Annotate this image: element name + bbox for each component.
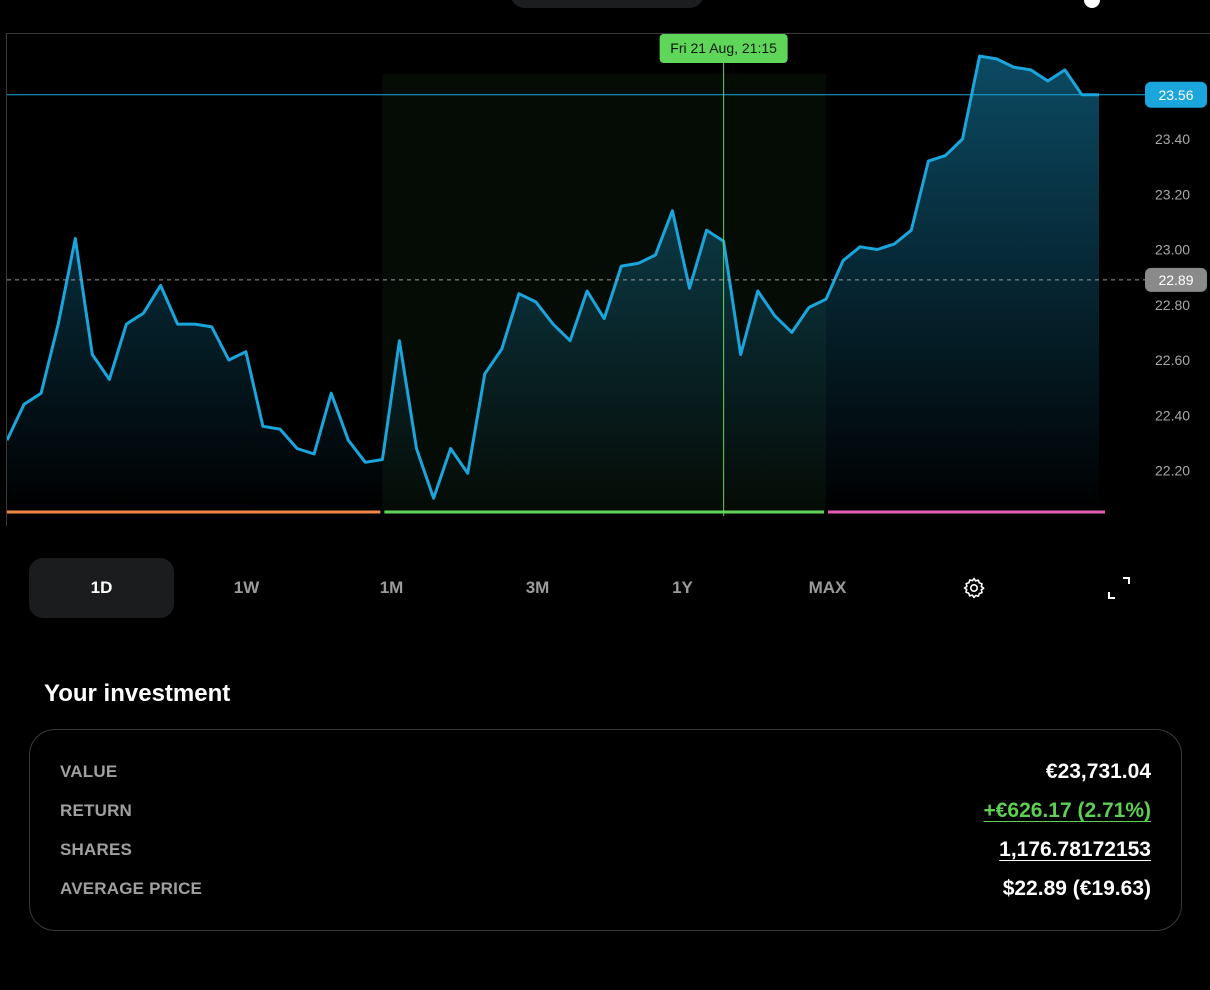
settings-button[interactable] xyxy=(959,573,989,603)
average-price-label: AVERAGE PRICE xyxy=(60,879,203,898)
info-icon[interactable] xyxy=(1084,0,1100,8)
shares-row[interactable]: SHARES 1,176.78172153 xyxy=(60,835,1151,865)
value-row: VALUE €23,731.04 xyxy=(60,757,1151,787)
value-label: VALUE xyxy=(60,762,118,781)
average-price-amount: $22.89 (€19.63) xyxy=(1002,877,1151,900)
y-tick-label: 22.20 xyxy=(1155,463,1190,479)
y-tick-label: 22.60 xyxy=(1155,352,1190,368)
range-tabs: 1D 1W 1M 3M 1Y MAX xyxy=(29,558,1179,618)
price-chart[interactable]: 22.20 22.40 22.60 22.80 23.00 23.20 23.40 22.89… xyxy=(6,33,1210,526)
tab-3m[interactable]: 3M xyxy=(465,558,610,618)
average-price-row: AVERAGE PRICE $22.89 (€19.63) xyxy=(60,874,1151,904)
chart-svg[interactable]: 22.20 22.40 22.60 22.80 23.00 23.20 23.40 22.89… xyxy=(7,34,1210,526)
y-tick-label: 23.20 xyxy=(1155,186,1190,202)
shares-label: SHARES xyxy=(60,840,133,859)
y-tick-label: 22.80 xyxy=(1155,297,1190,313)
tab-1w[interactable]: 1W xyxy=(174,558,319,618)
return-amount[interactable]: +€626.17 (2.71%) xyxy=(983,799,1151,823)
crosshair-tooltip-label: Fri 21 Aug, 21:15 xyxy=(670,40,777,56)
y-tick-label: 23.40 xyxy=(1155,131,1190,147)
fullscreen-button[interactable] xyxy=(1104,573,1134,603)
value-amount: €23,731.04 xyxy=(1045,760,1151,783)
tab-max[interactable]: MAX xyxy=(755,558,900,618)
tab-1m[interactable]: 1M xyxy=(319,558,464,618)
y-tick-label: 23.00 xyxy=(1155,242,1190,258)
gear-icon xyxy=(963,577,985,599)
top-pill[interactable] xyxy=(510,0,704,8)
return-label: RETURN xyxy=(60,801,133,820)
shares-amount[interactable]: 1,176.78172153 xyxy=(999,838,1151,862)
y-tick-label: 22.40 xyxy=(1155,407,1190,423)
investment-title: Your investment xyxy=(44,680,231,707)
tab-1y[interactable]: 1Y xyxy=(610,558,755,618)
investment-card: VALUE €23,731.04 RETURN +€626.17 (2.71%)… xyxy=(29,729,1182,931)
reference-price-label: 22.89 xyxy=(1158,272,1193,288)
tab-1d[interactable]: 1D xyxy=(29,558,174,618)
expand-icon xyxy=(1108,577,1130,599)
return-row[interactable]: RETURN +€626.17 (2.71%) xyxy=(60,796,1151,826)
current-price-label: 23.56 xyxy=(1158,87,1193,103)
